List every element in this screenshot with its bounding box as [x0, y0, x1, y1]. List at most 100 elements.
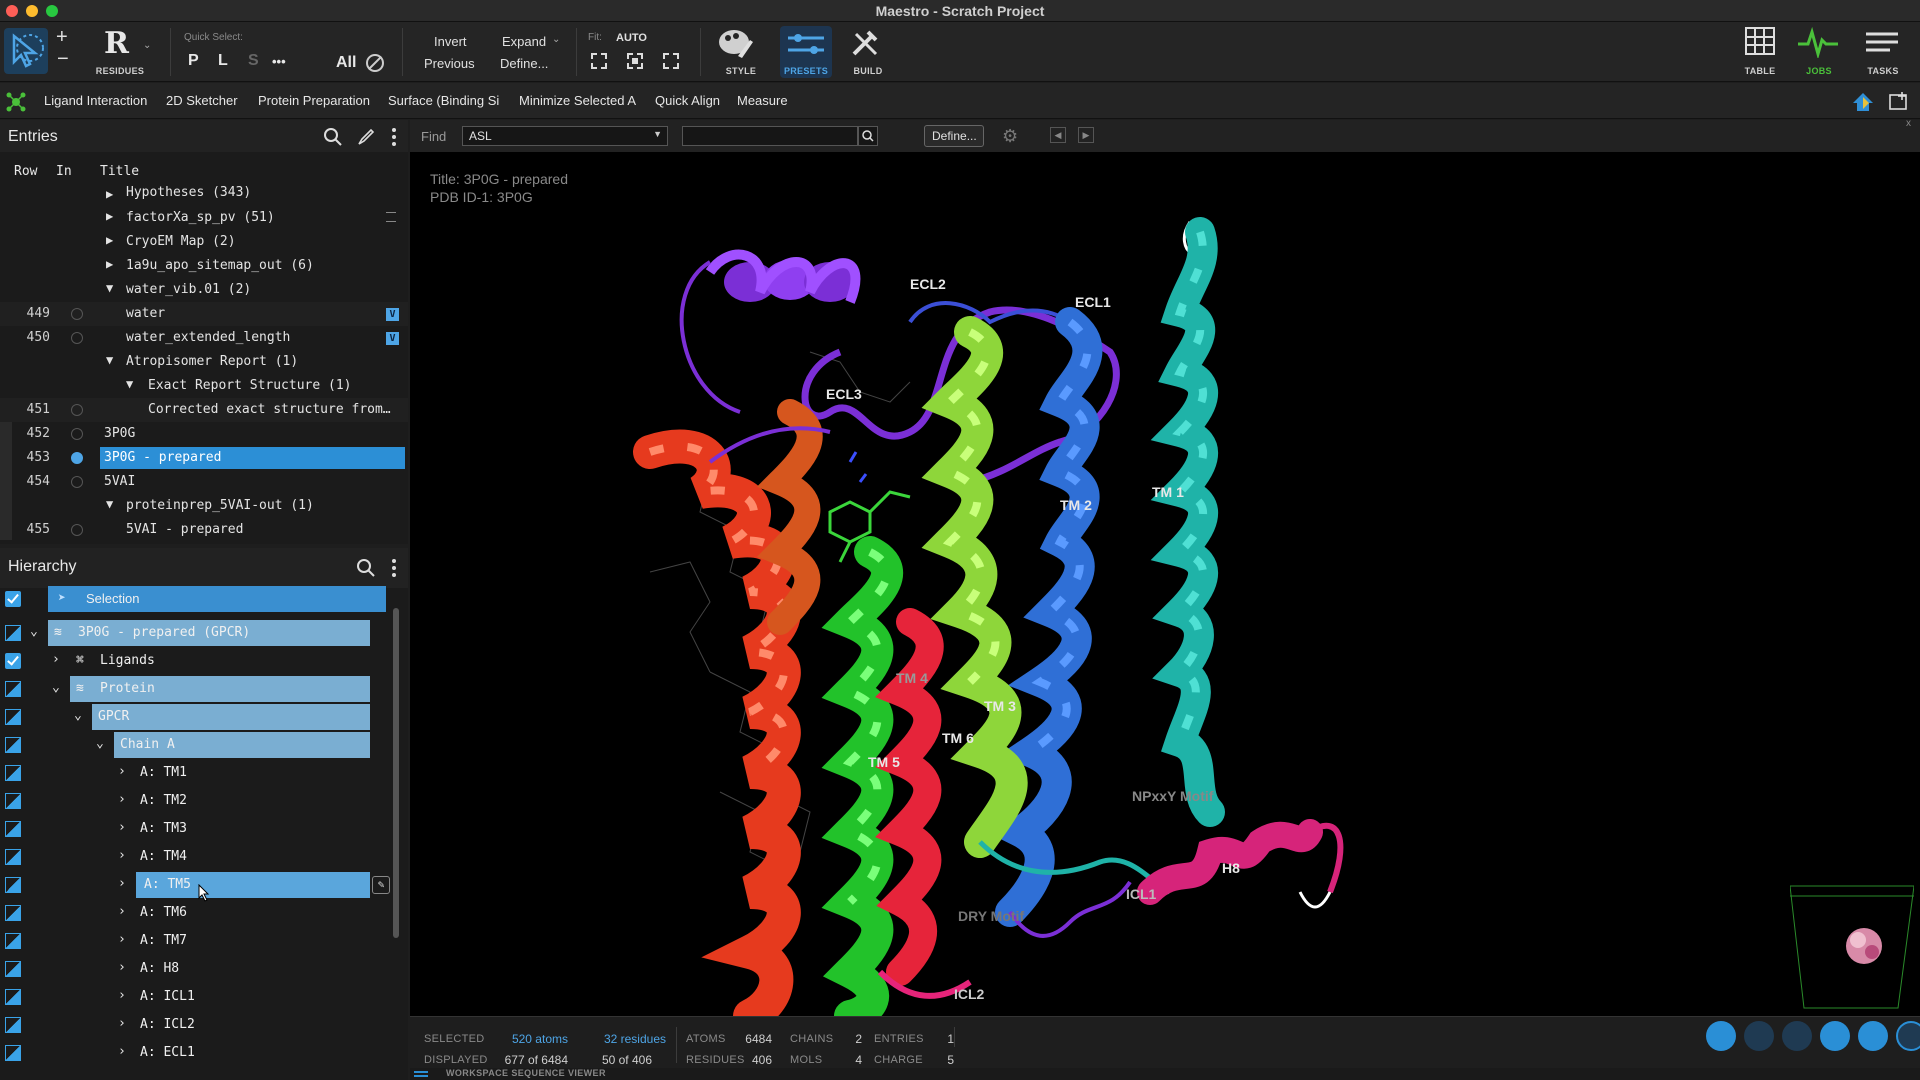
table-row[interactable]: ▼ Atropisomer Report (1): [0, 350, 408, 374]
presets-button[interactable]: PRESETS: [780, 26, 832, 78]
find-query-input[interactable]: [682, 126, 858, 146]
visibility-checkbox[interactable]: [5, 709, 21, 725]
table-row[interactable]: ▼ proteinprep_5VAI-out (1): [0, 494, 408, 518]
expand-triangle-icon[interactable]: ▶: [106, 257, 113, 271]
ligand-interaction-item[interactable]: Ligand Interaction: [44, 93, 147, 108]
vibration-icon[interactable]: V: [386, 308, 399, 321]
hierarchy-node[interactable]: › A: ECL1: [0, 1040, 408, 1066]
visibility-checkbox[interactable]: [5, 905, 21, 921]
expand-triangle-icon[interactable]: ▶: [106, 209, 113, 223]
hierarchy-node[interactable]: ⌄ Chain A: [0, 732, 408, 758]
selected-atoms-value[interactable]: 520 atoms: [480, 1032, 568, 1046]
expand-triangle-icon[interactable]: ▶: [106, 187, 113, 201]
chevron-right-icon[interactable]: ›: [118, 764, 126, 779]
build-button[interactable]: BUILD: [846, 26, 896, 78]
group-menu-icon[interactable]: [386, 212, 396, 222]
collapse-triangle-icon[interactable]: ▼: [106, 353, 113, 367]
measure-item[interactable]: Measure: [737, 93, 788, 108]
table-row[interactable]: ▶ Hypotheses (343): [0, 184, 408, 208]
chevron-right-icon[interactable]: ›: [52, 652, 60, 667]
previous-match-icon[interactable]: ◀: [1050, 127, 1066, 143]
selection-checkbox[interactable]: [5, 591, 21, 607]
minimize-selected-item[interactable]: Minimize Selected A: [519, 93, 636, 108]
hierarchy-node[interactable]: › ⌘ Ligands: [0, 648, 408, 674]
style-button[interactable]: STYLE: [716, 26, 766, 78]
pin-view-icon[interactable]: [1706, 1021, 1736, 1051]
workspace-viewport[interactable]: Title: 3P0G - prepared PDB ID-1: 3P0G EC…: [410, 152, 1920, 1016]
fit-selection-icon[interactable]: [626, 52, 644, 70]
next-match-icon[interactable]: ▶: [1078, 127, 1094, 143]
table-row[interactable]: ▼ water_vib.01 (2): [0, 278, 408, 302]
find-mode-select[interactable]: ASL ▼: [462, 126, 668, 146]
table-button[interactable]: TABLE: [1736, 26, 1784, 78]
fit-screen-icon[interactable]: [662, 52, 680, 70]
chevron-right-icon[interactable]: ›: [118, 904, 126, 919]
previous-button[interactable]: Previous: [424, 56, 475, 71]
edit-pencil-icon[interactable]: ✎: [372, 876, 390, 894]
hierarchy-node[interactable]: › A: TM4: [0, 844, 408, 870]
chevron-down-icon[interactable]: ⌄: [74, 708, 82, 723]
residues-button[interactable]: R ⌄ RESIDUES: [92, 26, 152, 78]
maestro-home-icon[interactable]: [1852, 91, 1874, 113]
table-row[interactable]: 455 5VAI - prepared: [0, 518, 408, 542]
quick-select-all[interactable]: All: [336, 54, 356, 72]
search-icon[interactable]: [356, 558, 376, 578]
subtract-selection-icon[interactable]: −: [57, 48, 69, 71]
add-view-icon[interactable]: [1896, 1021, 1920, 1051]
protein-preparation-item[interactable]: Protein Preparation: [258, 93, 370, 108]
hierarchy-node[interactable]: ⌄ ≋ Protein: [0, 676, 408, 702]
column-in[interactable]: In: [56, 164, 72, 179]
include-toggle[interactable]: [71, 308, 83, 320]
surface-binding-site-item[interactable]: Surface (Binding Si: [388, 93, 499, 108]
hierarchy-node[interactable]: › A: TM3: [0, 816, 408, 842]
table-row[interactable]: 449 water V: [0, 302, 408, 326]
column-title[interactable]: Title: [100, 164, 139, 179]
hierarchy-node[interactable]: › A: TM1: [0, 760, 408, 786]
selected-residues-value[interactable]: 32 residues: [570, 1032, 666, 1046]
chevron-right-icon[interactable]: ›: [118, 960, 126, 975]
find-search-icon[interactable]: [858, 126, 878, 146]
visibility-checkbox[interactable]: [5, 737, 21, 753]
hierarchy-node[interactable]: › A: ICL1: [0, 984, 408, 1010]
include-toggle[interactable]: [71, 524, 83, 536]
vibration-icon[interactable]: V: [386, 332, 399, 345]
chevron-down-icon[interactable]: ⌄: [96, 736, 104, 751]
table-row[interactable]: 450 water_extended_length V: [0, 326, 408, 350]
hierarchy-node[interactable]: › A: H8: [0, 956, 408, 982]
hierarchy-node[interactable]: › A: TM7: [0, 928, 408, 954]
find-define-button[interactable]: Define...: [924, 125, 984, 147]
gear-icon[interactable]: ⚙: [1002, 126, 1018, 147]
include-toggle[interactable]: [71, 332, 83, 344]
visibility-checkbox[interactable]: [5, 933, 21, 949]
hierarchy-menu-icon[interactable]: [390, 557, 398, 579]
expand-triangle-icon[interactable]: ▶: [106, 233, 113, 247]
visibility-checkbox[interactable]: [5, 989, 21, 1005]
ribbon-style-icon[interactable]: [1744, 1021, 1774, 1051]
edit-brush-icon[interactable]: [356, 127, 376, 147]
visibility-checkbox[interactable]: [5, 653, 21, 669]
chevron-right-icon[interactable]: ›: [118, 848, 126, 863]
toggle-view-icon[interactable]: [1858, 1021, 1888, 1051]
chevron-right-icon[interactable]: ›: [118, 932, 126, 947]
visibility-checkbox[interactable]: [5, 849, 21, 865]
search-icon[interactable]: [323, 127, 343, 147]
visibility-checkbox[interactable]: [5, 1017, 21, 1033]
mini-map-view[interactable]: [1789, 880, 1915, 1010]
quick-select-s[interactable]: S: [248, 52, 259, 70]
hierarchy-node[interactable]: › A: ICL2: [0, 1012, 408, 1038]
table-row[interactable]: ▼ Exact Report Structure (1): [0, 374, 408, 398]
define-button[interactable]: Define...: [500, 56, 548, 71]
quick-select-p[interactable]: P: [188, 52, 199, 70]
favorites-molecule-icon[interactable]: [6, 92, 26, 112]
hierarchy-node[interactable]: ⌄ ≋ 3P0G - prepared (GPCR): [0, 620, 408, 646]
include-toggle[interactable]: [71, 404, 83, 416]
visibility-checkbox[interactable]: [5, 877, 21, 893]
tasks-button[interactable]: TASKS: [1858, 26, 1908, 78]
sequence-viewer-strip[interactable]: WORKSPACE SEQUENCE VIEWER: [410, 1068, 1920, 1080]
hierarchy-node-hovered[interactable]: › A: TM5 ✎: [0, 872, 408, 902]
include-toggle-on[interactable]: [71, 452, 83, 464]
hierarchy-node[interactable]: › A: TM6: [0, 900, 408, 926]
quick-select-more[interactable]: •••: [272, 54, 286, 69]
include-toggle[interactable]: [71, 476, 83, 488]
column-row[interactable]: Row: [14, 164, 37, 179]
